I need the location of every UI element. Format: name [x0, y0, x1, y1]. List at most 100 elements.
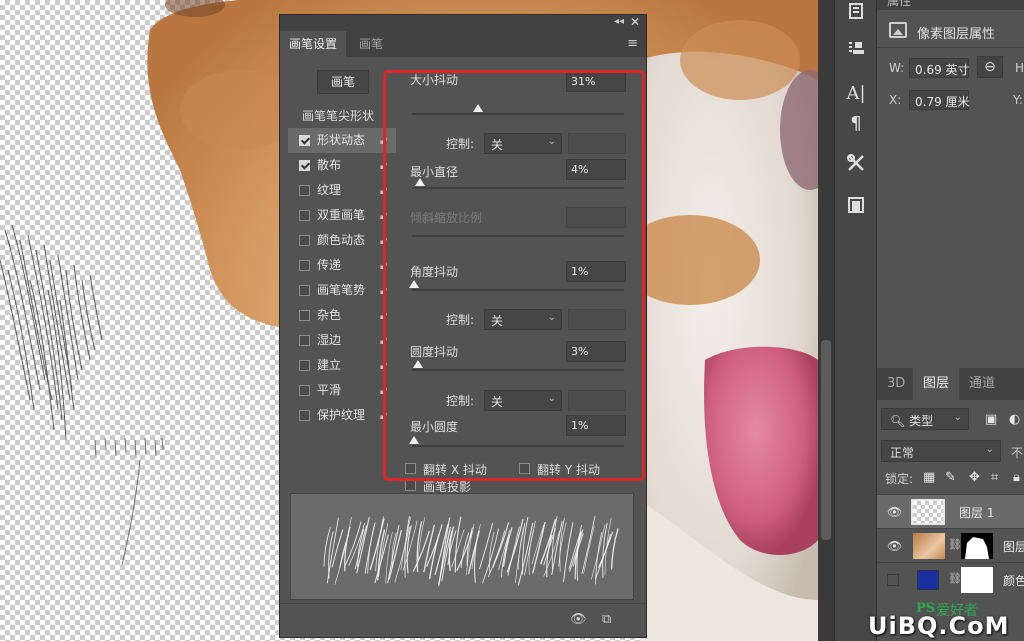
pixel-layer-icon: [889, 22, 907, 38]
brush-option-item[interactable]: 传递 🔓︎: [288, 253, 396, 278]
lock-brush-icon[interactable]: ✎: [945, 470, 956, 485]
visibility-off-box[interactable]: [887, 574, 899, 586]
brush-option-item[interactable]: 颜色动态 🔓︎: [288, 228, 396, 253]
option-label: 建立: [317, 358, 342, 372]
x-label: X:: [889, 93, 902, 107]
watermark-url: UiBQ.CoM: [868, 612, 1010, 640]
layer-name[interactable]: 颜色: [1003, 572, 1024, 589]
visibility-eye-icon[interactable]: 👁︎: [887, 539, 902, 553]
option-checkbox[interactable]: [299, 210, 310, 221]
panel-menu-icon[interactable]: ≡: [627, 36, 638, 51]
tab-channels[interactable]: 通道: [959, 368, 1005, 400]
option-label: 传递: [317, 258, 342, 272]
lock-move-icon[interactable]: ✥: [969, 470, 980, 485]
mask-link-icon[interactable]: ⛓︎: [948, 538, 962, 551]
highlight-annotation-box: [383, 70, 645, 481]
panel-footer: 👁︎ ⧉: [280, 603, 646, 637]
layer-row-photo[interactable]: 👁︎ ⛓︎ 图层: [877, 528, 1024, 562]
option-checkbox[interactable]: [299, 135, 310, 146]
brush-option-item[interactable]: 画笔笔势 🔓︎: [288, 278, 396, 303]
character-icon[interactable]: A|: [841, 80, 871, 106]
tool-presets-icon[interactable]: [841, 150, 871, 176]
properties-title-row: 像素图层属性: [877, 14, 1024, 48]
brush-option-list: 形状动态 🔓︎ 散布 🔓︎ 纹理 🔓︎ 双重画笔 🔓︎ 颜色动态 🔓︎ 传递 🔓︎ 画笔笔势 🔓︎ 杂色 🔓︎…: [288, 128, 396, 428]
option-checkbox[interactable]: [299, 335, 310, 346]
lock-transparent-icon[interactable]: ▦: [923, 470, 935, 485]
properties-tab[interactable]: 属性: [887, 0, 911, 9]
layer-mask-thumbnail[interactable]: [961, 533, 993, 559]
mask-link-icon[interactable]: ⛓︎: [948, 572, 962, 585]
toggle-live-tip-icon[interactable]: 👁︎: [570, 612, 587, 627]
layer-mask-thumbnail[interactable]: [961, 567, 993, 593]
option-label: 散布: [317, 158, 342, 172]
layer-row-color-fill[interactable]: ⛓︎ 颜色: [877, 562, 1024, 596]
option-checkbox[interactable]: [299, 285, 310, 296]
layer-filter-select[interactable]: 🔍︎ 类型 ⌄: [881, 408, 969, 430]
canvas-scrollbar[interactable]: [818, 0, 834, 641]
preview-stroke: [562, 522, 574, 583]
option-checkbox[interactable]: [299, 385, 310, 396]
option-checkbox[interactable]: [299, 185, 310, 196]
layer-name[interactable]: 图层: [1003, 538, 1024, 555]
y-label: Y:: [1013, 93, 1023, 107]
preview-stroke: [559, 517, 565, 572]
option-checkbox[interactable]: [299, 410, 310, 421]
option-checkbox[interactable]: [299, 310, 310, 321]
filter-image-icon[interactable]: ▣: [985, 412, 997, 427]
history-icon[interactable]: [841, 0, 871, 26]
option-label: 画笔笔势: [317, 283, 366, 297]
preview-stroke: [604, 517, 612, 576]
tab-brushes[interactable]: 画笔: [350, 31, 392, 57]
brush-tip-shape-item[interactable]: 画笔笔尖形状: [288, 105, 388, 127]
collapse-icon[interactable]: ◂◂: [614, 16, 624, 27]
scrollbar-thumb[interactable]: [821, 340, 831, 540]
brush-option-item[interactable]: 平滑 🔓︎: [288, 378, 396, 403]
chevron-down-icon: ⌄: [985, 444, 994, 455]
filter-adjustment-icon[interactable]: ◐: [1009, 412, 1020, 427]
create-new-brush-icon[interactable]: ⧉: [602, 612, 611, 627]
brush-option-item[interactable]: 形状动态 🔓︎: [288, 128, 396, 153]
layer-name[interactable]: 图层 1: [959, 504, 994, 521]
preview-stroke: [356, 516, 370, 574]
width-field[interactable]: 0.69 英寸: [909, 58, 970, 78]
checkbox-box[interactable]: [405, 480, 416, 491]
brush-option-item[interactable]: 纹理 🔓︎: [288, 178, 396, 203]
lock-all-icon[interactable]: 🔒︎: [1013, 470, 1020, 485]
tab-brush-settings[interactable]: 画笔设置: [280, 31, 347, 57]
layer-row-layer1[interactable]: 👁︎ 图层 1: [877, 494, 1024, 528]
panel-title-bar[interactable]: ◂◂ ✕: [280, 15, 646, 31]
tab-3d[interactable]: 3D: [877, 368, 915, 400]
site-watermark: PS 爱好者 UiBQ.CoM: [868, 601, 1024, 641]
brush-option-item[interactable]: 散布 🔓︎: [288, 153, 396, 178]
lock-artboard-icon[interactable]: ⌗: [991, 470, 998, 485]
close-icon[interactable]: ✕: [630, 15, 640, 29]
link-dimensions-icon[interactable]: ⊖: [977, 56, 1003, 78]
opacity-label: 不: [1011, 446, 1024, 460]
paragraph-icon[interactable]: ¶: [841, 110, 871, 136]
preview-stroke: [481, 528, 500, 584]
option-checkbox[interactable]: [299, 260, 310, 271]
preview-stroke: [531, 525, 544, 565]
brush-presets-icon[interactable]: [841, 192, 871, 218]
preview-stroke: [438, 517, 451, 586]
height-label: H:: [1015, 61, 1024, 75]
preview-stroke: [568, 531, 581, 570]
brush-option-item[interactable]: 双重画笔 🔓︎: [288, 203, 396, 228]
option-checkbox[interactable]: [299, 360, 310, 371]
blend-mode-select[interactable]: 正常 ⌄: [881, 440, 1001, 462]
option-checkbox[interactable]: [299, 235, 310, 246]
brush-option-item[interactable]: 杂色 🔓︎: [288, 303, 396, 328]
brush-option-item[interactable]: 建立 🔓︎: [288, 353, 396, 378]
tab-layers[interactable]: 图层: [913, 368, 960, 400]
option-checkbox[interactable]: [299, 160, 310, 171]
visibility-eye-icon[interactable]: 👁︎: [887, 505, 902, 519]
lock-label: 锁定:: [885, 472, 914, 486]
brush-option-item[interactable]: 保护纹理 🔓︎: [288, 403, 396, 428]
brush-option-item[interactable]: 湿边 🔓︎: [288, 328, 396, 353]
option-label: 双重画笔: [317, 208, 366, 222]
clone-stamp-icon[interactable]: [841, 36, 871, 62]
fill-color-swatch[interactable]: [917, 570, 939, 590]
brushes-button[interactable]: 画笔: [317, 70, 369, 94]
x-position-field[interactable]: 0.79 厘米: [909, 90, 970, 110]
preview-stroke: [569, 529, 584, 573]
